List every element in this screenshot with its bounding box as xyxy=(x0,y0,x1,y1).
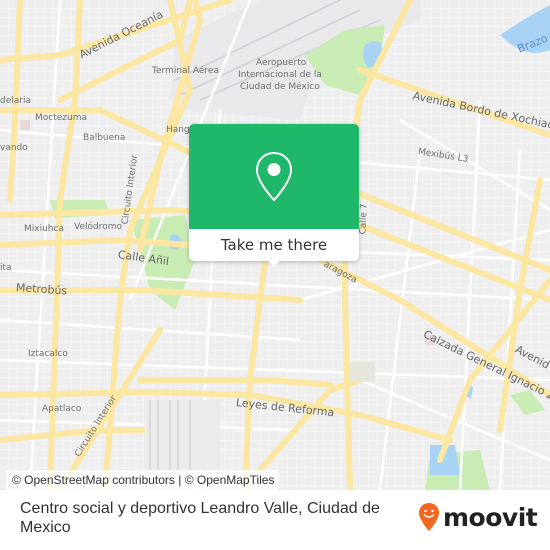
map-label-aeropuerto: Internacional de la xyxy=(238,70,322,80)
map-label-moctezuma: Moctezuma xyxy=(35,113,87,123)
map-label-alvaro: vando xyxy=(0,143,28,153)
map-label-iztacalco: Iztacalco xyxy=(28,349,68,359)
moovit-wordmark: moovit xyxy=(443,502,538,532)
map-view[interactable]: Avenida Oceanía Terminal Aérea Aeropuert… xyxy=(0,0,550,490)
map-pin-icon xyxy=(255,151,293,202)
popup-header xyxy=(189,124,359,229)
map-label-candelaria: delaria xyxy=(0,96,31,106)
map-label-velodromo: Velódromo xyxy=(74,222,122,232)
place-name: Centro social y deportivo Leandro Valle,… xyxy=(20,500,380,536)
map-label-ita: ita xyxy=(0,263,12,273)
take-me-there-button[interactable]: Take me there xyxy=(189,229,359,261)
map-label-metrobus: Metrobús xyxy=(15,281,68,298)
map-label-balbuena: Balbuena xyxy=(83,133,126,143)
map-label-apatlaco: Apatlaco xyxy=(42,404,82,414)
moovit-logo[interactable]: moovit xyxy=(418,502,538,532)
destination-popup: Take me there xyxy=(189,124,359,267)
map-label-aeropuerto: Ciudad de México xyxy=(240,82,320,92)
map-attribution[interactable]: © OpenStreetMap contributors | © OpenMap… xyxy=(6,470,279,490)
moovit-pin-icon xyxy=(419,503,439,531)
map-label-mixiuhca: Mixiuhca xyxy=(24,224,64,234)
map-label-terminal-aerea: Terminal Aérea xyxy=(152,66,219,76)
popup-tail xyxy=(266,258,282,267)
footer: Centro social y deportivo Leandro Valle,… xyxy=(0,490,550,550)
map-label-aeropuerto: Aeropuerto xyxy=(256,58,307,68)
map-label-calle-7: Calle 7 xyxy=(358,203,370,235)
